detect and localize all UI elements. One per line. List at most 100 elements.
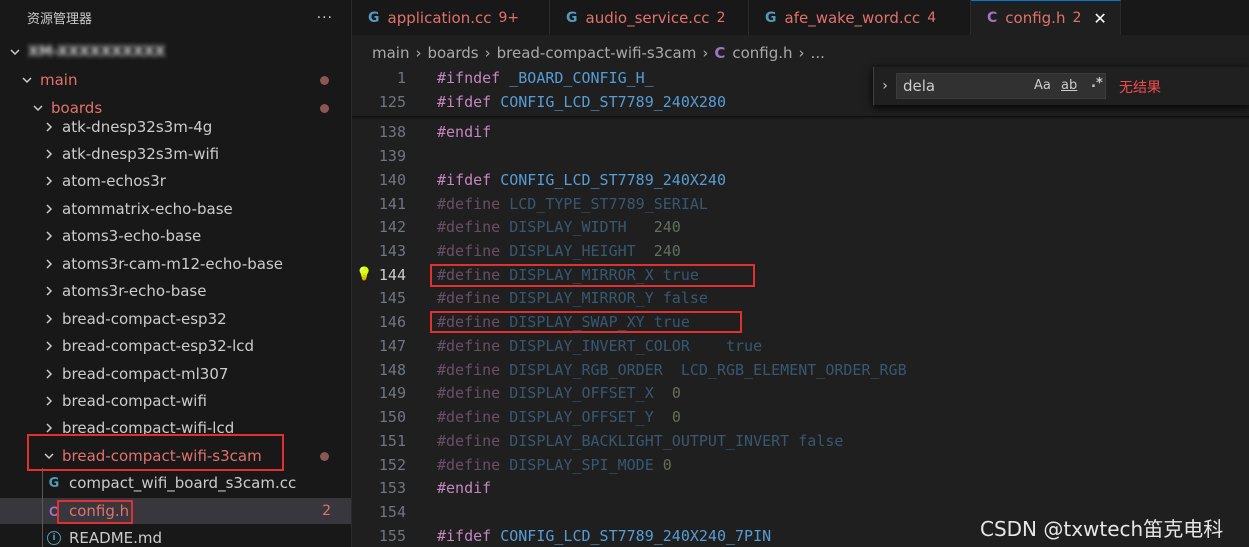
code-line[interactable]: 145 #define DISPLAY_MIRROR_Y false (352, 286, 1249, 310)
code-content: #define DISPLAY_MIRROR_Y false (437, 286, 708, 310)
code-content: #define DISPLAY_OFFSET_Y 0 (437, 405, 681, 429)
breadcrumb-folder[interactable]: bread-compact-wifi-s3cam (497, 44, 697, 62)
line-number: 154 (378, 503, 406, 521)
match-case-icon[interactable]: Aa (1034, 78, 1051, 93)
code-token: 240 (653, 242, 681, 260)
code-token: #ifdef (437, 171, 501, 189)
code-token: #define (437, 361, 510, 379)
chevron-down-icon (31, 101, 45, 115)
tree-item-atommatrix-echo-base[interactable]: atommatrix-echo-base (0, 196, 351, 222)
code-line[interactable]: 138 #endif (352, 120, 1249, 144)
workspace-root-label: XM-XXXXXXXXXX (28, 44, 166, 60)
tree-item-compact-wifi-board-s3cam-cc[interactable]: Gcompact_wifi_board_s3cam.cc (0, 470, 351, 496)
whole-word-icon[interactable]: ab (1061, 78, 1077, 93)
code-line[interactable]: 141 #define LCD_TYPE_ST7789_SERIAL (352, 192, 1249, 216)
tree-item-atoms3r-echo-base[interactable]: atoms3r-echo-base (0, 278, 351, 304)
code-line[interactable]: 153 #endif (352, 476, 1249, 500)
line-number: 152 (378, 456, 406, 474)
code-line[interactable]: 142 #define DISPLAY_WIDTH 240 (352, 215, 1249, 239)
code-token: #endif (437, 123, 492, 141)
line-number: 155 (378, 527, 406, 545)
line-number: 141 (378, 195, 406, 213)
chevron-right-icon (42, 339, 56, 353)
code-token: #define (437, 195, 510, 213)
code-content: #define DISPLAY_INVERT_COLOR true (437, 334, 762, 358)
code-line[interactable]: 147 #define DISPLAY_INVERT_COLOR true (352, 334, 1249, 358)
code-content: #define LCD_TYPE_ST7789_SERIAL (437, 192, 708, 216)
more-actions-icon[interactable]: ··· (317, 10, 333, 26)
code-line[interactable]: 149 #define DISPLAY_OFFSET_X 0 (352, 381, 1249, 405)
code-content: #ifndef _BOARD_CONFIG_H_ (437, 66, 654, 90)
code-content: #define DISPLAY_OFFSET_X 0 (437, 381, 681, 405)
code-line[interactable]: 151 #define DISPLAY_BACKLIGHT_OUTPUT_INVE… (352, 429, 1249, 453)
line-number: 140 (378, 171, 406, 189)
tree-item-bread-compact-esp32-lcd[interactable]: bread-compact-esp32-lcd (0, 333, 351, 359)
toggle-replace-chevron-icon[interactable]: › (874, 78, 896, 94)
code-line[interactable]: 139 (352, 144, 1249, 168)
code-content: #define DISPLAY_RGB_ORDER LCD_RGB_ELEMEN… (437, 358, 907, 382)
workspace-root[interactable]: XM-XXXXXXXXXX (0, 39, 351, 65)
highlight-box-folder (27, 434, 284, 471)
code-token: #define (437, 242, 510, 260)
line-number: 151 (378, 432, 406, 450)
breadcrumb-symbols[interactable]: ... (811, 44, 825, 62)
tree-item-atoms3r-cam-m12-echo-base[interactable]: atoms3r-cam-m12-echo-base (0, 251, 351, 277)
code-line[interactable]: 148 #define DISPLAY_RGB_ORDER LCD_RGB_ELE… (352, 358, 1249, 382)
cpp-file-icon: G (765, 9, 777, 26)
tab-application-cc[interactable]: Gapplication.cc 9+ (352, 0, 550, 35)
tree-item-bread-compact-ml307[interactable]: bread-compact-ml307 (0, 361, 351, 387)
chevron-right-icon (42, 229, 56, 243)
code-line[interactable]: 150 #define DISPLAY_OFFSET_Y 0 (352, 405, 1249, 429)
tree-item-label: atk-dnesp32s3m-4g (62, 118, 213, 136)
code-token: 0 (662, 456, 672, 474)
tree-item-config-h[interactable]: Cconfig.h 2 (0, 498, 351, 524)
breadcrumb-separator-icon: › (702, 44, 709, 62)
code-content: #define DISPLAY_HEIGHT 240 (437, 239, 681, 263)
tree-item-atoms3-echo-base[interactable]: atoms3-echo-base (0, 223, 351, 249)
tree-item-label: bread-compact-ml307 (62, 365, 229, 383)
code-line[interactable]: 152 #define DISPLAY_SPI_MODE 0 (352, 453, 1249, 477)
breadcrumb-separator-icon: › (484, 44, 491, 62)
code-token: false (798, 432, 844, 450)
tree-item-atk-dnesp32s3m-wifi[interactable]: atk-dnesp32s3m-wifi (0, 141, 351, 167)
tree-item-label: atk-dnesp32s3m-wifi (62, 145, 220, 163)
indent-guide (42, 468, 43, 547)
highlight-box-file (57, 500, 133, 524)
tab-config-h[interactable]: Cconfig.h 2 ✕ (971, 0, 1121, 35)
tree-item-bread-compact-esp32[interactable]: bread-compact-esp32 (0, 306, 351, 332)
tab-label: application.cc (387, 8, 492, 27)
code-editor[interactable]: 1 #ifndef _BOARD_CONFIG_H_ 125 #ifdef CONFI… (352, 66, 1249, 547)
explorer-sidebar: 资源管理器 ··· XM-XXXXXXXXXX main boards atk-dn… (0, 0, 351, 547)
chevron-right-icon (42, 421, 56, 435)
tree-item-label: README.md (69, 529, 163, 547)
breadcrumb-separator-icon: › (415, 44, 422, 62)
tree-item-atom-echos3r[interactable]: atom-echos3r (0, 168, 351, 194)
close-icon[interactable]: ✕ (1093, 9, 1106, 28)
regex-icon[interactable]: .* (1091, 76, 1103, 91)
chevron-right-icon (42, 257, 56, 271)
breadcrumb-file[interactable]: config.h (732, 44, 792, 62)
tree-item-atk-dnesp32s3m-4g[interactable]: atk-dnesp32s3m-4g (0, 114, 351, 140)
code-line[interactable]: 143 #define DISPLAY_HEIGHT 240 (352, 239, 1249, 263)
cpp-file-icon: G (368, 9, 380, 26)
line-number: 153 (378, 479, 406, 497)
tab-audio-service-cc[interactable]: Gaudio_service.cc 2 (550, 0, 749, 35)
tab-label: config.h (1005, 9, 1066, 27)
chevron-right-icon (42, 174, 56, 188)
code-token: #endif (437, 479, 492, 497)
tree-item-bread-compact-wifi[interactable]: bread-compact-wifi (0, 388, 351, 414)
tree-item-label: atoms3r-cam-m12-echo-base (62, 255, 284, 273)
breadcrumb-main[interactable]: main (372, 44, 409, 62)
tab-problem-badge: 4 (927, 9, 937, 26)
cpp-file-icon: G (566, 9, 578, 26)
code-token: _BOARD_CONFIG_H_ (509, 69, 654, 87)
highlight-box-swap-xy (430, 311, 742, 333)
highlight-box-mirror-x (430, 264, 755, 287)
code-token: DISPLAY_OFFSET_Y (509, 408, 672, 426)
tab-afe-wake-word-cc[interactable]: Gafe_wake_word.cc 4 (749, 0, 971, 35)
code-line[interactable]: 140 #ifdef CONFIG_LCD_ST7789_240X240 (352, 168, 1249, 192)
tree-item-main[interactable]: main (0, 67, 351, 93)
tab-label: audio_service.cc (585, 8, 710, 27)
tree-item-readme-md[interactable]: i README.md (0, 525, 351, 547)
breadcrumb-boards[interactable]: boards (427, 44, 478, 62)
